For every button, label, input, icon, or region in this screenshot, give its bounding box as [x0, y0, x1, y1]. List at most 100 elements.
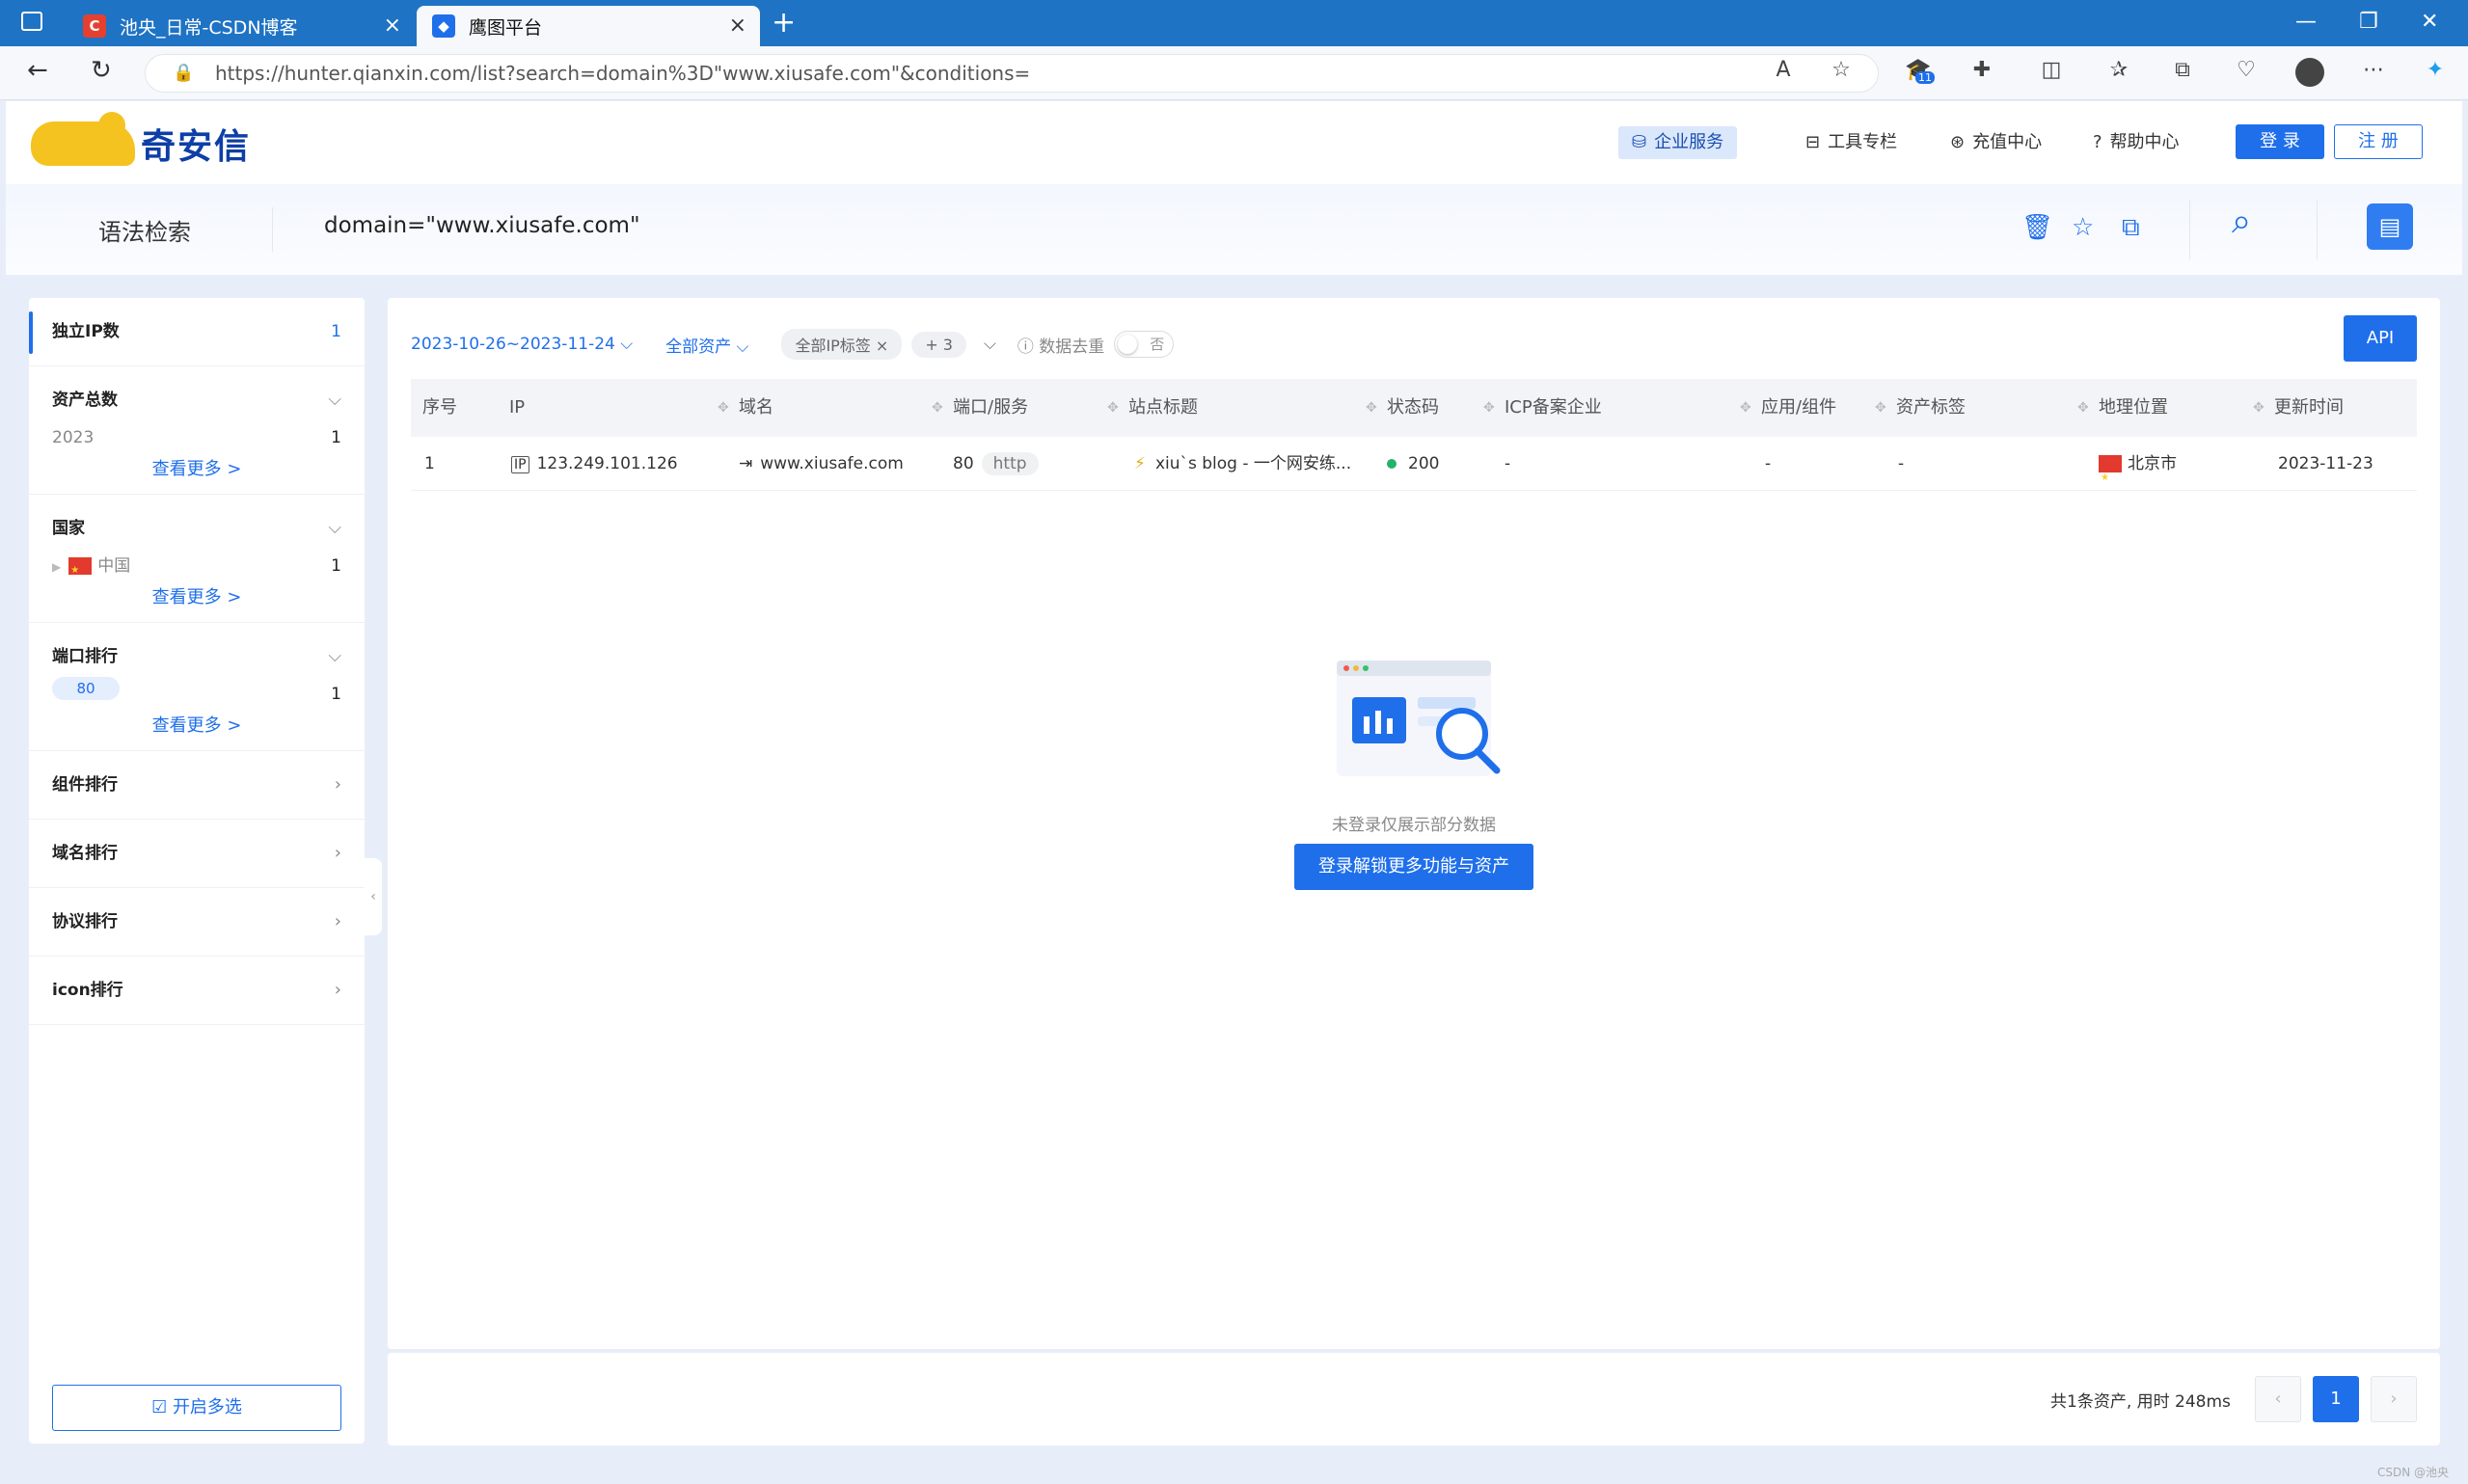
stat-port-rank[interactable]: 端口排行 ⌵ 80 1 查看更多 > [29, 623, 365, 751]
nav-help[interactable]: ? 帮助中心 [2079, 126, 2193, 159]
next-page-button[interactable]: › [2371, 1376, 2417, 1422]
close-tab-icon[interactable]: × [729, 13, 746, 38]
column-header[interactable]: ✥ 域名 [718, 379, 773, 437]
collapse-sidebar-handle[interactable]: ‹ [365, 858, 382, 935]
favorite-star-icon[interactable]: ☆ [1827, 58, 1856, 87]
chevron-down-icon[interactable]: ⌵ [328, 366, 341, 434]
drag-handle-icon[interactable]: ✥ [932, 379, 943, 437]
chevron-right-icon[interactable]: › [335, 957, 341, 1024]
api-button[interactable]: API [2344, 315, 2417, 362]
status-cell: 200 [1387, 437, 1439, 491]
prev-page-button[interactable]: ‹ [2255, 1376, 2301, 1422]
column-header[interactable]: ✥ 地理位置 [2077, 379, 2168, 437]
stat-domain-rank[interactable]: 域名排行 › [29, 820, 365, 888]
column-header[interactable]: ✥ 更新时间 [2253, 379, 2344, 437]
column-header[interactable]: ✥ 资产标签 [1875, 379, 1966, 437]
drag-handle-icon[interactable]: ✥ [2253, 379, 2265, 437]
nav-enterprise[interactable]: ⛁ 企业服务 [1618, 126, 1738, 159]
split-screen-icon[interactable]: ◫ [2037, 58, 2066, 87]
chevron-down-icon[interactable]: ⌵ [328, 495, 341, 562]
tab-actions-icon[interactable] [21, 12, 42, 31]
refresh-icon[interactable]: ↻ [91, 56, 112, 85]
list-item[interactable]: ▶中国1 [52, 549, 341, 588]
title-cell[interactable]: ⚡ xiu`s blog - 一个网安练... [1134, 437, 1351, 491]
dedup-toggle[interactable]: 否 [1114, 331, 1175, 358]
more-icon[interactable]: ⋯ [2359, 58, 2388, 87]
hunter-favicon-icon: ◆ [432, 14, 455, 38]
asset-scope-filter[interactable]: 全部资产 ⌵ [665, 333, 748, 357]
minimize-icon[interactable]: — [2295, 10, 2317, 34]
domain-cell[interactable]: ⇥ www.xiusafe.com [739, 437, 904, 491]
close-tab-icon[interactable]: × [384, 13, 401, 38]
drag-handle-icon[interactable]: ✥ [1366, 379, 1377, 437]
chevron-right-icon[interactable]: › [335, 751, 341, 819]
browser-tab-csdn[interactable]: C 池央_日常-CSDN博客 × [68, 6, 415, 46]
date-range-filter[interactable]: 2023-10-26~2023-11-24 ⌵ [411, 335, 633, 354]
url-input[interactable]: 🔒 https://hunter.qianxin.com/list?search… [145, 54, 1879, 93]
stat-country[interactable]: 国家 ⌵ ▶中国1 查看更多 > [29, 495, 365, 623]
drag-handle-icon[interactable]: ✥ [1875, 379, 1886, 437]
view-more-link[interactable]: 查看更多 > [52, 455, 341, 494]
drag-handle-icon[interactable]: ✥ [1483, 379, 1495, 437]
star-icon[interactable]: ☆ [2072, 213, 2094, 242]
multi-select-button[interactable]: ☑ 开启多选 [52, 1385, 341, 1431]
copy-icon[interactable]: ⧉ [2122, 213, 2140, 243]
health-icon[interactable]: ♡ [2232, 58, 2261, 87]
nav-tools[interactable]: ⊟ 工具专栏 [1792, 126, 1911, 159]
drag-handle-icon[interactable]: ✥ [2077, 379, 2089, 437]
copilot-icon[interactable]: ✦ [2421, 58, 2450, 87]
puzzle-icon[interactable]: ✚ [1967, 58, 1996, 87]
close-window-icon[interactable]: ✕ [2421, 10, 2438, 34]
browser-tab-hunter[interactable]: ◆ 鹰图平台 × [417, 6, 760, 46]
drag-handle-icon[interactable]: ✥ [718, 379, 729, 437]
back-icon[interactable]: ← [27, 56, 48, 85]
column-header: 序号 [422, 397, 457, 418]
extension-icon[interactable]: 🎓 11 [1904, 58, 1935, 87]
stat-unique-ip[interactable]: 独立IP数 1 [29, 298, 365, 366]
collections-icon[interactable]: ⧉ [2168, 58, 2197, 87]
chevron-right-icon[interactable]: › [335, 820, 341, 887]
close-icon[interactable]: × [876, 337, 888, 355]
search-mode-label[interactable]: 语法检索 [98, 213, 191, 247]
column-header[interactable]: ✥ 端口/服务 [932, 379, 1028, 437]
ip-icon: IP [511, 456, 529, 473]
column-header[interactable]: ✥ ICP备案企业 [1483, 379, 1602, 437]
read-aloud-icon[interactable]: A [1769, 58, 1798, 87]
port-cell[interactable]: 80 http [953, 437, 1039, 491]
avatar[interactable] [2295, 58, 2324, 87]
view-more-link[interactable]: 查看更多 > [52, 712, 341, 750]
nav-recharge[interactable]: ⊛ 充值中心 [1937, 126, 2055, 159]
register-button[interactable]: 注 册 [2334, 124, 2423, 159]
new-tab-icon[interactable]: + [772, 6, 796, 40]
list-item[interactable]: 80 1 [52, 677, 341, 712]
ip-tag-chip[interactable]: 全部IP标签 × [781, 329, 903, 360]
drag-handle-icon[interactable]: ✥ [1107, 379, 1119, 437]
logo[interactable]: 奇安信 [31, 112, 251, 169]
chevron-right-icon[interactable]: › [335, 888, 341, 956]
trash-icon[interactable]: 🗑 [2021, 213, 2053, 242]
chevron-down-icon[interactable]: ⌵ [984, 335, 996, 354]
ip-cell[interactable]: IP 123.249.101.126 [511, 437, 678, 492]
view-more-link[interactable]: 查看更多 > [52, 583, 341, 622]
favorites-icon[interactable]: ✰ [2104, 58, 2133, 87]
search-input[interactable]: domain="www.xiusafe.com" [324, 213, 640, 238]
column-header[interactable]: ✥ 站点标题 [1107, 379, 1198, 437]
site-favicon-icon: ⚡ [1134, 454, 1146, 473]
china-flag-icon [2099, 451, 2122, 505]
page-1-button[interactable]: 1 [2313, 1376, 2359, 1422]
stat-component-rank[interactable]: 组件排行 › [29, 751, 365, 820]
more-tags-chip[interactable]: + 3 [911, 331, 966, 358]
column-header[interactable]: ✥ 状态码 [1366, 379, 1439, 437]
column-header[interactable]: ✥ 应用/组件 [1740, 379, 1836, 437]
stat-icon-rank[interactable]: icon排行 › [29, 957, 365, 1025]
syntax-book-icon[interactable]: ▤ [2367, 203, 2413, 250]
chevron-down-icon[interactable]: ⌵ [328, 623, 341, 690]
stat-protocol-rank[interactable]: 协议排行 › [29, 888, 365, 957]
login-button[interactable]: 登 录 [2236, 124, 2324, 159]
drag-handle-icon[interactable]: ✥ [1740, 379, 1751, 437]
search-icon[interactable]: ⌕ [2232, 202, 2251, 242]
table-row[interactable]: 1 IP 123.249.101.126 ⇥ www.xiusafe.com 80 h… [411, 437, 2417, 505]
restore-icon[interactable]: ❐ [2359, 10, 2378, 34]
unlock-login-button[interactable]: 登录解锁更多功能与资产 [1294, 844, 1533, 890]
stat-asset-total[interactable]: 资产总数 ⌵ 2023 1 查看更多 > [29, 366, 365, 495]
